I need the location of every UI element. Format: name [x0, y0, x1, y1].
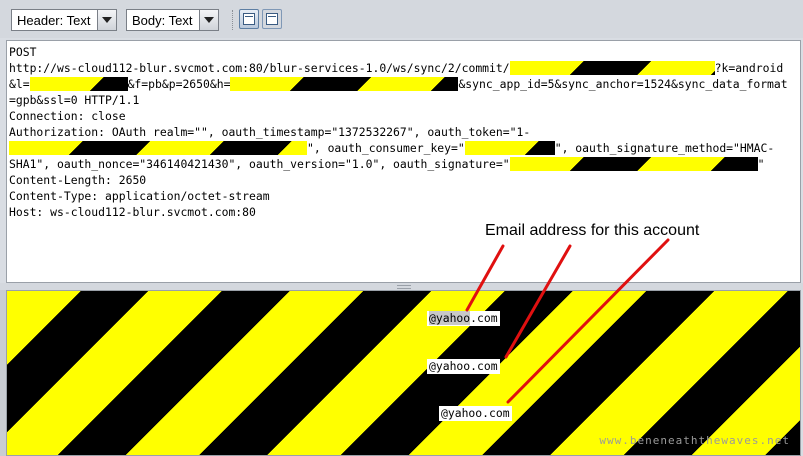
request-text-pane[interactable]: POST http://ws-cloud112-blur.svcmot.com:… [6, 40, 801, 283]
redacted-block [464, 141, 555, 155]
split-view-button[interactable] [239, 9, 259, 29]
request-url: http://ws-cloud112-blur.svcmot.com:80/bl… [9, 61, 510, 75]
toolbar: Header: Text Body: Text [0, 0, 803, 38]
email-address: @yahoo.com [427, 311, 500, 326]
query-line: &l= [9, 77, 30, 91]
header-connection: Connection: close [9, 109, 126, 123]
watermark: www.beneneaththewaves.net [599, 434, 790, 447]
email-address: @yahoo.com [427, 359, 500, 374]
query-line: &sync_app_id=5&sync_anchor=1524&sync_dat… [458, 77, 788, 91]
single-view-icon [266, 13, 278, 25]
single-view-button[interactable] [262, 9, 282, 29]
header-authorization: Authorization: OAuth realm="", oauth_tim… [9, 125, 531, 139]
chevron-down-icon[interactable] [97, 10, 116, 30]
header-content-type: Content-Type: application/octet-stream [9, 189, 270, 203]
query-line: &f=pb&p=2650&h= [127, 77, 231, 91]
annotation-label: Email address for this account [485, 222, 700, 239]
query-line: =gpb&ssl=0 HTTP/1.1 [9, 93, 140, 107]
request-method: POST [9, 45, 37, 59]
header-authorization: ", oauth_signature_method="HMAC- [554, 141, 775, 155]
redacted-block [509, 61, 715, 75]
header-host: Host: ws-cloud112-blur.svcmot.com:80 [9, 205, 256, 219]
email-domain: @yahoo.com [441, 406, 510, 420]
body-format-label: Body: Text [132, 13, 193, 28]
redacted-block [29, 77, 128, 91]
toolbar-separator [232, 10, 235, 30]
header-authorization: " [757, 157, 765, 171]
pane-divider[interactable] [0, 283, 803, 290]
body-format-select[interactable]: Body: Text [126, 9, 219, 31]
redacted-block [509, 157, 758, 171]
email-domain: .com [470, 311, 498, 325]
header-format-label: Header: Text [17, 13, 91, 28]
header-authorization: ", oauth_consumer_key=" [307, 141, 465, 155]
header-format-select[interactable]: Header: Text [11, 9, 117, 31]
chevron-down-icon[interactable] [199, 10, 218, 30]
header-authorization: SHA1", oauth_nonce="346140421430", oauth… [9, 157, 510, 171]
request-url-suffix: ?k=android [714, 61, 784, 75]
email-domain: @yahoo.com [429, 359, 498, 373]
response-body-pane[interactable]: @yahoo.com @yahoo.com @yahoo.com www.ben… [6, 290, 801, 456]
header-content-length: Content-Length: 2650 [9, 173, 147, 187]
split-view-icon [243, 13, 255, 25]
request-text: POST http://ws-cloud112-blur.svcmot.com:… [9, 44, 788, 220]
redacted-block [9, 141, 307, 155]
divider-grip-icon[interactable] [397, 285, 411, 289]
redacted-block [230, 77, 459, 91]
email-address: @yahoo.com [439, 406, 512, 421]
email-highlight: @yahoo [429, 311, 471, 325]
